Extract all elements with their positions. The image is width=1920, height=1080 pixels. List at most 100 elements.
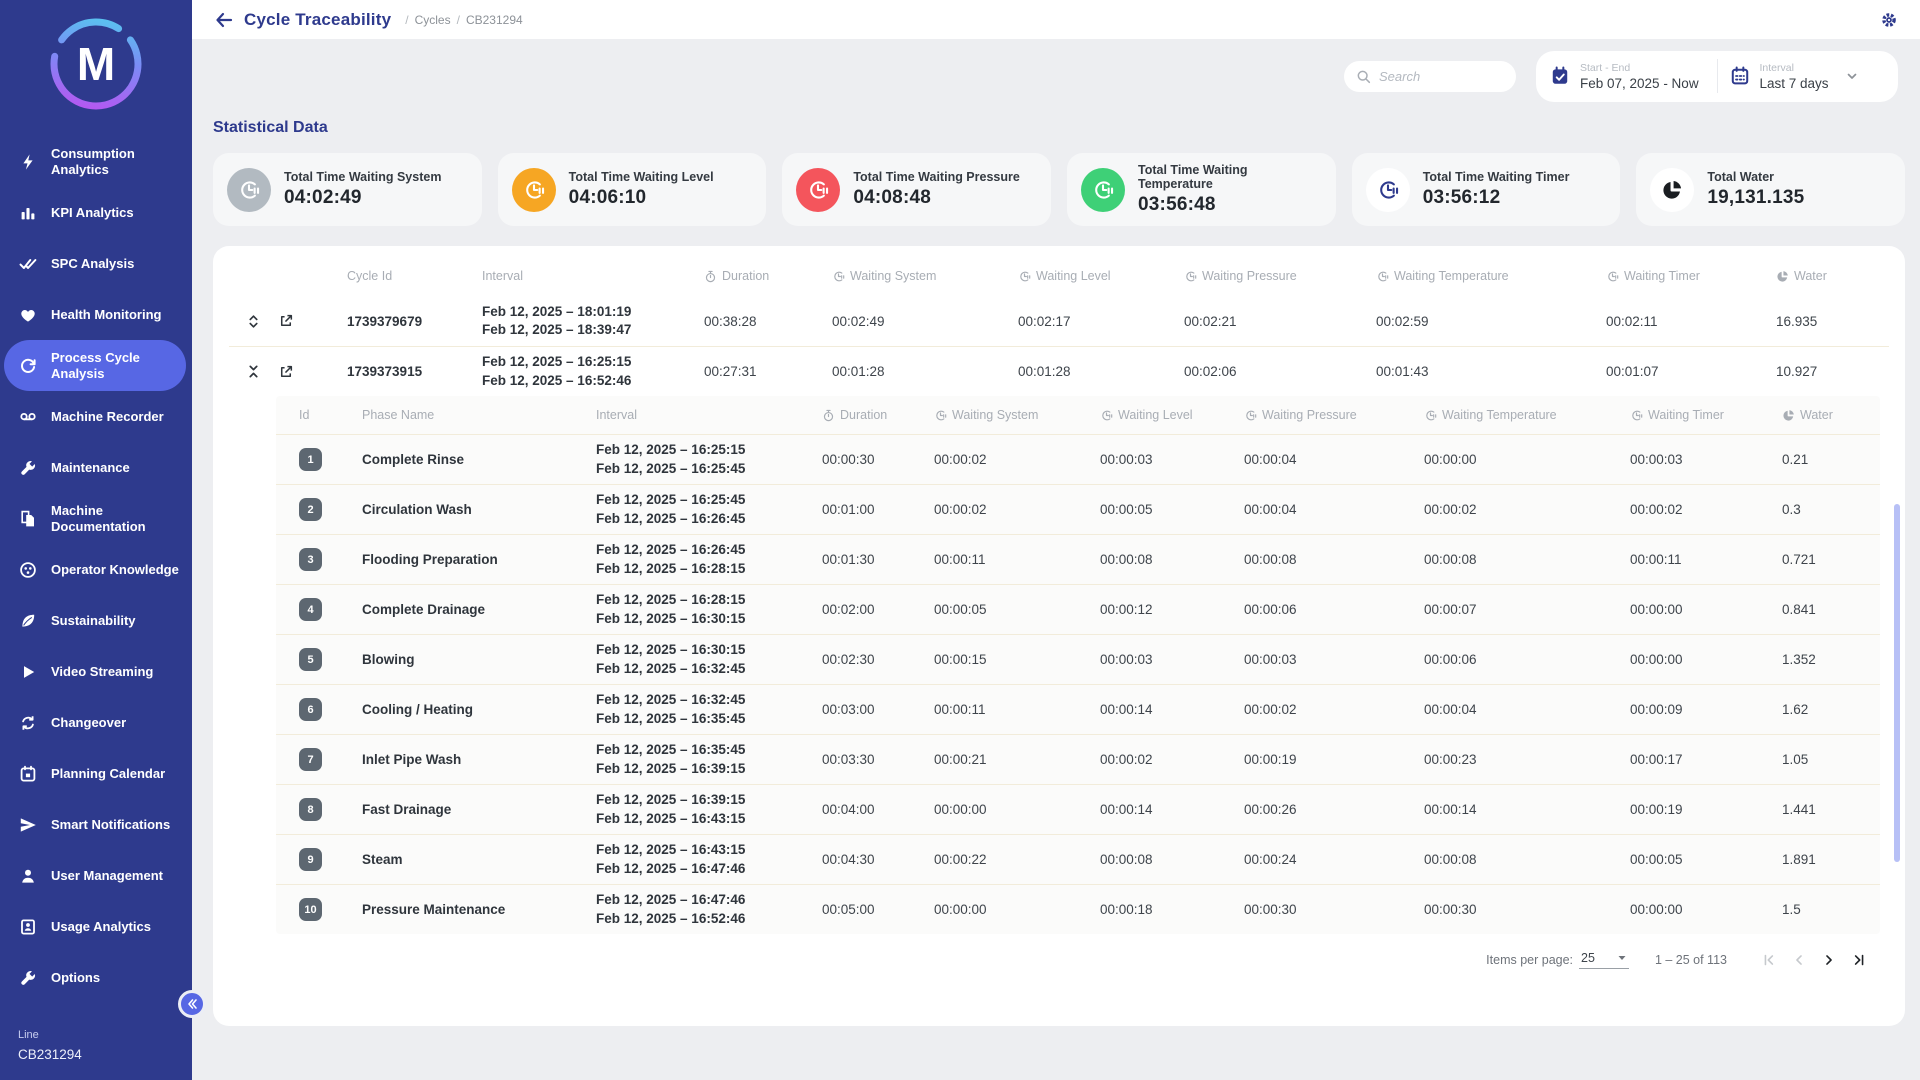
sidebar: M Consumption AnalyticsKPI AnalyticsSPC … [0,0,192,1080]
previous-page-button[interactable] [1791,952,1807,968]
phase-waiting-level: 00:00:14 [1100,802,1244,817]
open-in-new-icon [278,313,294,329]
date-range-label: Start - End [1580,62,1699,74]
search-input[interactable] [1379,69,1499,84]
stat-label: Total Time Waiting Temperature [1138,163,1322,191]
cycle-waiting-timer: 00:02:11 [1606,314,1776,329]
phase-water: 1.891 [1782,852,1880,867]
column-waiting-timer: Waiting Timer [1606,269,1776,283]
sidebar-item-process-cycle-analysis[interactable]: Process Cycle Analysis [4,340,186,391]
expand-row-button[interactable] [245,363,262,380]
phase-row[interactable]: 5 Blowing Feb 12, 2025 – 16:30:15Feb 12,… [276,634,1880,684]
open-in-new-icon [278,364,294,380]
phase-waiting-temperature: 00:00:00 [1424,452,1630,467]
interval-label: Interval [1760,62,1829,74]
sidebar-item-usage-analytics[interactable]: Usage Analytics [0,901,192,952]
cycles-table-header: Cycle Id Interval Duration Waiting Syste… [229,256,1889,296]
breadcrumb-cycles[interactable]: Cycles [415,13,451,27]
sidebar-item-video-streaming[interactable]: Video Streaming [0,646,192,697]
sidebar-item-spc-analysis[interactable]: SPC Analysis [0,238,192,289]
phase-waiting-timer: 00:00:02 [1630,502,1782,517]
phase-id-badge: 9 [299,848,322,871]
phase-row[interactable]: 10 Pressure Maintenance Feb 12, 2025 – 1… [276,884,1880,934]
phase-duration: 00:02:00 [822,602,934,617]
phase-waiting-system: 00:00:22 [934,852,1100,867]
next-page-button[interactable] [1821,952,1837,968]
stopwatch-icon [822,409,835,422]
phase-interval: Feb 12, 2025 – 16:28:15Feb 12, 2025 – 16… [596,591,822,627]
search-box[interactable] [1344,61,1516,92]
chevron-left-icon [1791,952,1807,968]
stat-card: Total Time Waiting Level 04:06:10 [498,153,767,226]
cycle-waiting-timer: 00:01:07 [1606,364,1776,379]
sidebar-item-user-management[interactable]: User Management [0,850,192,901]
sidebar-item-changeover[interactable]: Changeover [0,697,192,748]
phase-water: 1.05 [1782,752,1880,767]
phase-waiting-system: 00:00:02 [934,502,1100,517]
last-page-button[interactable] [1851,952,1867,968]
sidebar-item-smart-notifications[interactable]: Smart Notifications [0,799,192,850]
sidebar-item-operator-knowledge[interactable]: Operator Knowledge [0,544,192,595]
column-id: Id [276,408,362,422]
phase-row[interactable]: 8 Fast Drainage Feb 12, 2025 – 16:39:15F… [276,784,1880,834]
cycle-id: 1739379679 [347,314,482,329]
phase-waiting-level: 00:00:14 [1100,702,1244,717]
first-page-button[interactable] [1761,952,1777,968]
items-per-page-select[interactable]: 25 [1579,951,1629,969]
phase-name: Steam [362,852,596,867]
swap-icon [18,714,38,732]
phase-waiting-timer: 00:00:00 [1630,652,1782,667]
clock-pause-icon [796,168,840,212]
phase-row[interactable]: 6 Cooling / Heating Feb 12, 2025 – 16:32… [276,684,1880,734]
phase-waiting-system: 00:00:00 [934,802,1100,817]
date-range-picker[interactable]: Start - End Feb 07, 2025 - Now [1550,62,1705,91]
phase-row[interactable]: 7 Inlet Pipe Wash Feb 12, 2025 – 16:35:4… [276,734,1880,784]
settings-button[interactable] [1880,11,1898,29]
phase-row[interactable]: 9 Steam Feb 12, 2025 – 16:43:15Feb 12, 2… [276,834,1880,884]
sidebar-item-planning-calendar[interactable]: Planning Calendar [0,748,192,799]
sidebar-nav: Consumption Analytics KPI Analytics SPC An… [0,136,192,1003]
sidebar-item-sustainability[interactable]: Sustainability [0,595,192,646]
sidebar-item-label: KPI Analytics [51,205,134,220]
sidebar-item-consumption-analytics[interactable]: Consumption Analytics [0,136,192,187]
stat-label: Total Time Waiting System [284,170,441,184]
sidebar-item-health-monitoring[interactable]: Health Monitoring [0,289,192,340]
cycle-row[interactable]: 1739373915 Feb 12, 2025 – 16:25:15Feb 12… [229,346,1889,396]
back-button[interactable] [214,11,234,29]
sidebar-item-machine-recorder[interactable]: Machine Recorder [0,391,192,442]
sidebar-item-machine-documentation[interactable]: Machine Documentation [0,493,192,544]
phase-name: Cooling / Heating [362,702,596,717]
phase-row[interactable]: 2 Circulation Wash Feb 12, 2025 – 16:25:… [276,484,1880,534]
phase-water: 1.352 [1782,652,1880,667]
phase-waiting-temperature: 00:00:04 [1424,702,1630,717]
sidebar-item-label: Smart Notifications [51,817,170,832]
phase-id-badge: 2 [299,498,322,521]
search-icon [1356,69,1371,84]
phase-waiting-pressure: 00:00:19 [1244,752,1424,767]
cycle-row[interactable]: 1739379679 Feb 12, 2025 – 18:01:19Feb 12… [229,296,1889,346]
phase-duration: 00:01:00 [822,502,934,517]
table-scrollbar[interactable] [1894,504,1900,862]
sidebar-collapse-button[interactable] [178,990,206,1018]
phase-row[interactable]: 4 Complete Drainage Feb 12, 2025 – 16:28… [276,584,1880,634]
stat-card: Total Time Waiting Temperature 03:56:48 [1067,153,1336,226]
clock-pause-icon [1100,409,1113,422]
stat-card: Total Time Waiting System 04:02:49 [213,153,482,226]
phase-waiting-temperature: 00:00:07 [1424,602,1630,617]
open-cycle-button[interactable] [278,364,294,380]
phase-duration: 00:04:00 [822,802,934,817]
phase-row[interactable]: 1 Complete Rinse Feb 12, 2025 – 16:25:15… [276,434,1880,484]
phase-row[interactable]: 3 Flooding Preparation Feb 12, 2025 – 16… [276,534,1880,584]
sidebar-item-options[interactable]: Options [0,952,192,1003]
cycle-waiting-system: 00:02:49 [832,314,1018,329]
expand-row-button[interactable] [245,313,262,330]
cycle-duration: 00:27:31 [704,364,832,379]
sidebar-item-label: Maintenance [51,460,130,475]
sidebar-item-kpi-analytics[interactable]: KPI Analytics [0,187,192,238]
bar-chart-icon [18,204,38,222]
interval-select[interactable]: Interval Last 7 days [1730,62,1885,91]
sidebar-item-maintenance[interactable]: Maintenance [0,442,192,493]
open-cycle-button[interactable] [278,313,294,329]
pagination-bar: Items per page: 25 1 – 25 of 113 [229,934,1889,986]
phase-waiting-timer: 00:00:05 [1630,852,1782,867]
